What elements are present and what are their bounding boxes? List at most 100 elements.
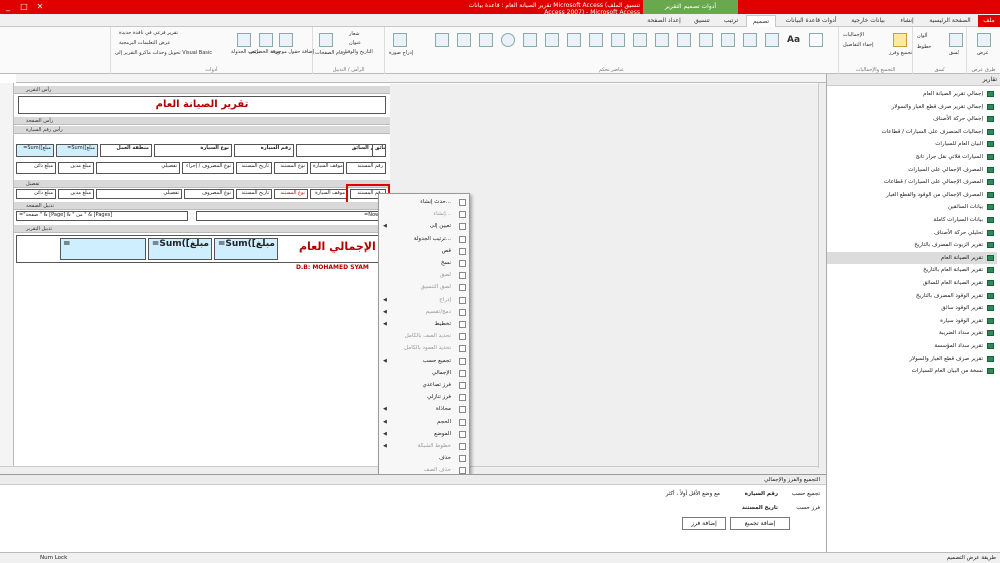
nav-header[interactable]: تقارير (827, 74, 1000, 86)
context-menu-item[interactable]: تعيين إلى ◀ (379, 221, 469, 232)
section-page-footer[interactable]: تذييل الصفحة (14, 202, 390, 210)
col-spend-type[interactable]: نوع المصروف / إجراء (182, 162, 234, 174)
option-group-icon[interactable] (633, 33, 647, 47)
subreport-button[interactable]: تقرير فرعي في نافذة جديدة (119, 30, 178, 36)
col-amount-paid[interactable]: مبلغ دائن (16, 162, 56, 174)
now-expr[interactable]: =Now() (196, 211, 386, 221)
nav-report-item[interactable]: بيانات السائقين (827, 201, 997, 213)
tab-order-icon[interactable] (237, 33, 251, 47)
field-amount-paid[interactable]: مبلغ دائن (16, 189, 56, 199)
group-sort-icon[interactable] (893, 33, 907, 47)
car-type-label[interactable]: نوع السيارة (154, 144, 232, 157)
combo-box-icon[interactable] (589, 33, 603, 47)
add-sort-button[interactable]: إضافة فرز (682, 517, 726, 530)
nav-report-item[interactable]: تقرير الصيانة العام بالتاريخ (827, 264, 997, 276)
navigation-control-icon[interactable] (655, 33, 669, 47)
select-tool-icon[interactable] (809, 33, 823, 47)
section-car-header[interactable]: رأس رقم السيارة (14, 126, 390, 134)
close-button[interactable]: ✕ (32, 0, 48, 14)
section-detail[interactable]: تفصيل (14, 180, 390, 188)
context-menu-item[interactable]: قص (379, 246, 469, 257)
col-details[interactable]: تفصيلي (96, 162, 180, 174)
context-menu-item[interactable]: محاذاة ◀ (379, 404, 469, 415)
tab-design[interactable]: تصميم (746, 15, 776, 27)
group-sum-2[interactable]: =Sum([مبلغ (16, 144, 54, 157)
view-icon[interactable] (977, 33, 991, 47)
driver-name-label[interactable]: اسم السائق (296, 144, 384, 157)
grand-total-label[interactable]: الإجمالي العام : (284, 240, 384, 253)
field-doc-type[interactable]: نوع المستند (274, 189, 308, 199)
work-area-label[interactable]: منطقة العمل (100, 144, 152, 157)
context-menu-item[interactable]: تجميع حسب ◀ (379, 356, 469, 367)
tab-home[interactable]: الصفحة الرئيسية (924, 15, 976, 27)
nav-report-item[interactable]: تقرير الوقود المصرف بالتاريخ (827, 290, 997, 302)
nav-report-item[interactable]: المصرف الإجمالي على السيارات / قطاعات (827, 176, 997, 188)
nav-report-item[interactable]: تقرير الوقود سيارة (827, 315, 997, 327)
add-fields-icon[interactable] (279, 33, 293, 47)
nav-report-item[interactable]: إجمالي تقرير صرف قطع الغيار والسولار (827, 101, 997, 113)
field-spend-type[interactable]: نوع المصروف (184, 189, 234, 199)
tab-file[interactable]: ملف (978, 15, 1000, 27)
field-car-status[interactable]: موقف السيارة (310, 189, 348, 199)
insert-image-icon[interactable] (393, 33, 407, 47)
nav-report-item[interactable]: السيارات فلاتي نقل جرار تانج (827, 151, 997, 163)
hyperlink-icon[interactable] (699, 33, 713, 47)
driver-field[interactable]: السائق (372, 144, 386, 157)
convert-macros-button[interactable]: تحويل وحدات ماكرو التقرير إلى Visual Bas… (115, 50, 212, 56)
car-number-label[interactable]: رقم السيارة (234, 144, 294, 157)
hide-details-button[interactable]: إخفاء التفاصيل (843, 42, 874, 48)
page-numbers-icon[interactable] (319, 33, 333, 47)
textbox-tool-icon[interactable] (765, 33, 779, 47)
vertical-scrollbar[interactable] (818, 83, 826, 468)
logo-button[interactable]: شعار (349, 31, 360, 37)
context-menu-item[interactable]: فرز تصاعدي (379, 380, 469, 391)
nav-report-item[interactable]: تقرير سداد المؤسسة (827, 340, 997, 352)
context-menu-item[interactable]: فرز تنازلي (379, 392, 469, 403)
section-report-footer[interactable]: تذييل التقرير (14, 225, 390, 233)
nav-report-item[interactable]: تقرير الوقود سائق (827, 302, 997, 314)
footer-sum-2[interactable]: =Sum([مبلغ (148, 238, 212, 260)
col-car-status[interactable]: موقف السيارة (310, 162, 344, 174)
themes-icon[interactable] (949, 33, 963, 47)
tab-external[interactable]: بيانات خارجية (846, 15, 890, 27)
nav-report-item[interactable]: تقرير الصيانة العام للسائق (827, 277, 997, 289)
context-menu-item[interactable]: الإجمالي (379, 368, 469, 379)
context-menu-item[interactable]: الحجم ◀ (379, 417, 469, 428)
col-doc-type[interactable]: نوع المستند (274, 162, 308, 174)
tab-pagesetup[interactable]: إعداد الصفحة (642, 15, 686, 27)
tab-control-icon[interactable] (721, 33, 735, 47)
field-amount-due[interactable]: مبلغ مدين (58, 189, 94, 199)
nav-report-item[interactable]: إجمالي تقرير الصيانة العام (827, 88, 997, 100)
nav-report-item[interactable]: تقرير الزيوت المصرف بالتاريخ (827, 239, 997, 251)
nav-report-item[interactable]: تحليلي حركة الأصناف (827, 227, 997, 239)
col-doc-date[interactable]: تاريخ المستند (236, 162, 272, 174)
line-icon[interactable] (545, 33, 559, 47)
checkbox-icon[interactable] (523, 33, 537, 47)
nav-report-item[interactable]: المصرف الإجمالي من الوقود والقطع الغيار (827, 189, 997, 201)
page-number-expr[interactable]: ="صفحة " & [Page] & " من " & [Pages] (16, 211, 188, 221)
nav-report-item[interactable]: تقرير الصيانة العام (827, 251, 997, 264)
nav-report-item[interactable]: بيانات السيارات كاملة (827, 214, 997, 226)
nav-report-item[interactable]: المصرف الإجمالي على السيارات (827, 164, 997, 176)
web-browser-icon[interactable] (677, 33, 691, 47)
property-sheet-icon[interactable] (259, 33, 273, 47)
image-icon[interactable] (435, 33, 449, 47)
nav-report-item[interactable]: إجمالي حركة الأصناف (827, 113, 997, 125)
field-details[interactable]: تفصيلي (96, 189, 182, 199)
context-menu-item[interactable]: نسخ (379, 258, 469, 269)
nav-report-item[interactable]: البيان العام للسيارات (827, 138, 997, 150)
footer-sum-1[interactable]: =Sum([مبلغ (214, 238, 278, 260)
button-tool-icon[interactable] (743, 33, 757, 47)
label-tool-icon[interactable]: Aa (787, 35, 800, 45)
tab-dbtools[interactable]: أدوات قاعدة البيانات (778, 15, 844, 27)
section-page-header[interactable]: رأس الصفحة (14, 117, 390, 125)
context-menu-item[interactable]: حدث إنشاء... (379, 197, 469, 208)
footer-expr-3[interactable]: = (60, 238, 146, 260)
tab-create[interactable]: إنشاء (892, 15, 922, 27)
colors-dropdown[interactable]: ألوان (917, 33, 928, 39)
nav-report-item[interactable]: تقرير صرف قطع الغيار والسولار (827, 353, 997, 365)
totals-button[interactable]: الإجماليات (843, 32, 864, 38)
field-doc-date[interactable]: تاريخ المستند (236, 189, 272, 199)
date-time-button[interactable]: التاريخ والوقت (343, 49, 373, 55)
tab-format[interactable]: تنسيق (688, 15, 716, 27)
